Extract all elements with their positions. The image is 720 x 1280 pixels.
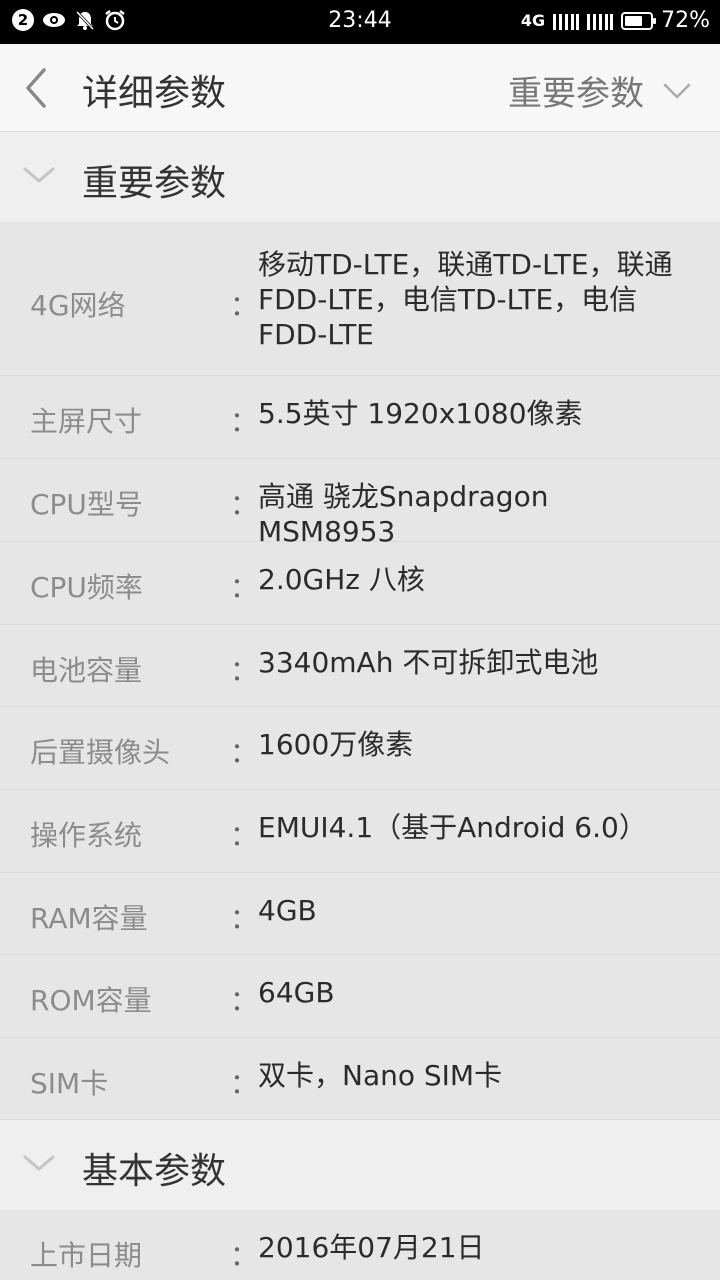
param-value: 2016年07月21日: [258, 1231, 485, 1264]
chevron-down-icon: [23, 1155, 55, 1171]
param-row: CPU型号 ： 高通 骁龙Snapdragon MSM8953: [0, 459, 720, 548]
param-row: 上市日期 ： 2016年07月21日: [0, 1210, 720, 1280]
param-separator: ：: [230, 405, 259, 438]
param-row: 后置摄像头 ： 1600万像素: [0, 707, 720, 790]
status-right-icons: 4G 72%: [521, 8, 710, 33]
page-title: 详细参数: [82, 73, 227, 114]
dropdown-label: 重要参数: [508, 74, 644, 114]
param-label: 4G网络: [30, 289, 126, 322]
param-value: 高通 骁龙Snapdragon MSM8953: [258, 480, 549, 548]
param-label: RAM容量: [30, 902, 148, 935]
param-separator: ：: [230, 654, 259, 687]
param-separator: ：: [230, 488, 259, 521]
param-value: 1600万像素: [258, 728, 414, 761]
network-type: 4G: [520, 11, 546, 30]
param-value: 3340mAh 不可拆卸式电池: [258, 646, 599, 679]
battery-fill: [625, 15, 643, 26]
param-separator: ：: [230, 571, 259, 604]
param-value: 2.0GHz 八核: [258, 563, 425, 596]
battery-icon: [621, 11, 657, 30]
param-value: 双卡，Nano SIM卡: [258, 1059, 503, 1092]
param-separator: ：: [230, 819, 259, 852]
param-row: SIM卡 ： 双卡，Nano SIM卡: [0, 1038, 720, 1120]
param-label: 后置摄像头: [30, 736, 171, 769]
status-bar: 2 23:44 4G 72%: [0, 0, 720, 44]
param-label: ROM容量: [30, 984, 152, 1017]
param-separator: ：: [230, 902, 259, 935]
param-value: 4GB: [258, 894, 317, 927]
param-value: 5.5英寸 1920x1080像素: [258, 397, 583, 430]
param-separator: ：: [230, 1239, 259, 1272]
back-arrow-icon: [26, 68, 46, 108]
param-label: 电池容量: [30, 654, 143, 687]
param-value: EMUI4.1（基于Android 6.0）: [258, 811, 647, 844]
param-row: 电池容量 ： 3340mAh 不可拆卸式电池: [0, 625, 720, 707]
param-row: CPU频率 ： 2.0GHz 八核: [0, 542, 720, 625]
chevron-down-icon: [663, 83, 691, 98]
param-row: RAM容量 ： 4GB: [0, 873, 720, 955]
chevron-down-icon: [23, 167, 55, 183]
section-title: 重要参数: [82, 163, 227, 204]
param-row: 4G网络 ： 移动TD-LTE，联通TD-LTE，联通FDD-LTE，电信TD-…: [0, 222, 720, 376]
param-row: ROM容量 ： 64GB: [0, 955, 720, 1038]
param-row: 主屏尺寸 ： 5.5英寸 1920x1080像素: [0, 376, 720, 459]
section-header-important[interactable]: 重要参数: [0, 132, 720, 222]
param-separator: ：: [230, 289, 259, 322]
section-dropdown[interactable]: 重要参数: [508, 66, 692, 115]
param-row: 操作系统 ： EMUI4.1（基于Android 6.0）: [0, 790, 720, 873]
param-value: 64GB: [258, 976, 335, 1009]
back-button[interactable]: [22, 66, 62, 110]
signal-icon: [553, 13, 580, 30]
param-label: 操作系统: [30, 819, 143, 852]
param-value: 移动TD-LTE，联通TD-LTE，联通FDD-LTE，电信TD-LTE，电信F…: [258, 248, 673, 351]
param-separator: ：: [230, 736, 259, 769]
param-label: 上市日期: [30, 1239, 143, 1272]
battery-percent: 72%: [661, 8, 710, 33]
param-label: 主屏尺寸: [30, 405, 143, 438]
param-label: SIM卡: [30, 1067, 109, 1100]
section-header-basic[interactable]: 基本参数: [0, 1120, 720, 1210]
param-label: CPU型号: [30, 488, 143, 521]
section-title: 基本参数: [82, 1151, 227, 1192]
param-separator: ：: [230, 984, 259, 1017]
signal-icon: [587, 13, 614, 30]
param-label: CPU频率: [30, 571, 143, 604]
toolbar: 详细参数 重要参数: [0, 44, 720, 132]
param-separator: ：: [230, 1067, 259, 1100]
